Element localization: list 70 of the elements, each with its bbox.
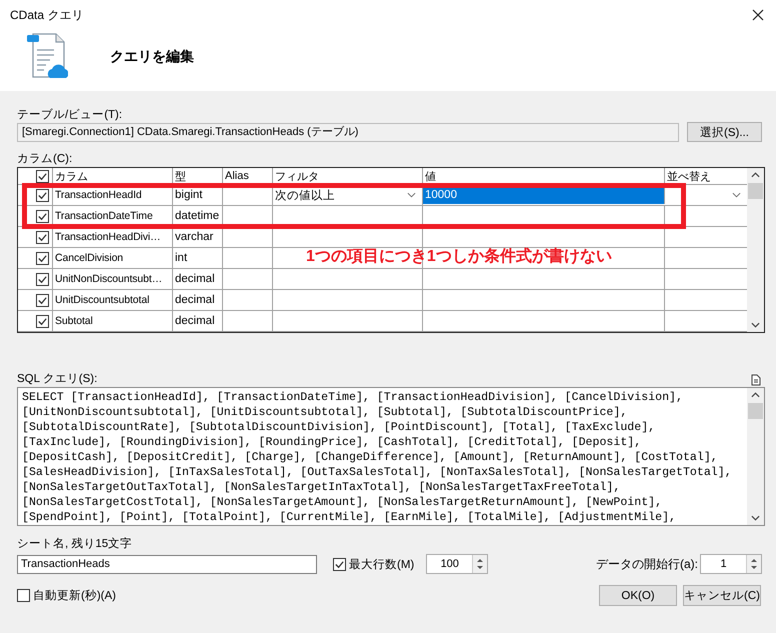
field-label: SQL クエリ(S): <box>17 372 98 386</box>
close-icon[interactable] <box>752 9 764 21</box>
table-view-field: [Smaregi.Connection1] CData.Smaregi.TransactionHeads (テーブル) <box>17 122 679 142</box>
checkbox[interactable] <box>36 170 49 182</box>
spin-arrows-icon[interactable] <box>746 555 761 573</box>
checkbox[interactable] <box>36 230 49 244</box>
start-row-spinner[interactable]: 1 <box>700 554 762 574</box>
checkmark-icon <box>37 316 48 326</box>
field-label: データの開始行(a): <box>596 556 698 572</box>
field-label: テーブル/ビュー(T): <box>17 108 124 122</box>
field-label: カラム(C): <box>17 152 74 166</box>
scroll-up-icon[interactable] <box>751 172 760 178</box>
chevron-down-icon[interactable] <box>407 192 416 198</box>
table-cell: UnitDiscountsubtotal <box>53 290 173 310</box>
scrollbar-thumb[interactable] <box>748 403 763 419</box>
checkmark-icon <box>37 252 48 264</box>
scroll-down-icon[interactable] <box>751 515 760 521</box>
checkmark-icon <box>37 274 48 284</box>
sheet-name-field[interactable]: TransactionHeads <box>17 554 317 574</box>
table-cell: CancelDivision <box>53 248 173 268</box>
table-cell: TransactionHeadId <box>53 185 173 205</box>
sql-query-field[interactable]: SELECT [TransactionHeadId], [TransactionDateTime], [TransactionHeadDivision], [CancelDivision], [UnitNonDiscountsubtotal], [UnitDiscountsubtotal], [Subtotal], [SubtotalDiscountPrice], [SubtotalDiscountRate], [SubtotalDiscountDivision], [PointDiscount], [Total], [TaxExclude], [TaxInclude], [RoundingDivision], [RoundingPrice], [CashTotal], [CreditTotal], [Deposit], [DepositCash], [DepositCredit], [Charge], [ChangeDifference], [Amount], [ReturnAmount], [CostTotal], [SalesHeadDivision], [InTaxSalesTotal], [OutTaxSalesTotal], [NonTaxSalesTotal], [NonSalesTargetTotal], [NonSalesTargetOutTaxTotal], [NonSalesTargetInTaxTotal], [NonSalesTargetTaxFreeTotal], [NonSalesTargetCostTotal], [NonSalesTargetAmount], [NonSalesTargetReturnAmount], [NewPoint], [SpendPoint], [Point], [TotalPoint], [CurrentMile], [EarnMile], [TotalMile], [AdjustmentMile], <box>17 387 765 526</box>
window-title: CData クエリ <box>10 6 84 24</box>
scroll-down-icon[interactable] <box>751 322 760 328</box>
checkmark-icon <box>37 210 48 222</box>
table-cell: decimal <box>173 290 223 310</box>
checkbox[interactable] <box>36 188 49 202</box>
checkbox-label: 最大行数(M) <box>349 558 414 572</box>
table-cell: bigint <box>173 185 223 205</box>
column-header[interactable]: Alias <box>223 168 273 184</box>
checkbox[interactable] <box>36 210 49 222</box>
checkmark-icon <box>37 170 48 182</box>
checkbox[interactable] <box>36 294 49 306</box>
cancel-button[interactable]: キャンセル(C) <box>683 585 761 606</box>
checkmark-icon <box>334 558 345 570</box>
chevron-down-icon[interactable] <box>732 192 741 198</box>
checkbox[interactable] <box>36 272 49 286</box>
scrollbar-thumb[interactable] <box>748 183 763 199</box>
scroll-up-icon[interactable] <box>751 392 760 398</box>
annotation-text: 1つの項目につき1つしか条件式が書けない <box>306 246 612 267</box>
checkbox[interactable] <box>17 589 30 602</box>
table-cell: datetime <box>173 206 223 226</box>
max-rows-spinner[interactable]: 100 <box>426 554 488 574</box>
checkmark-icon <box>37 232 48 242</box>
document-icon[interactable] <box>751 374 761 386</box>
table-cell: UnitNonDiscountsubt… <box>53 269 173 289</box>
column-header[interactable]: 値 <box>423 168 665 184</box>
scrollbar[interactable] <box>747 388 764 525</box>
table-cell: decimal <box>173 311 223 331</box>
field-label: シート名, 残り15文字 <box>17 537 134 551</box>
table-cell: TransactionDateTime <box>53 206 173 226</box>
table-cell: Subtotal <box>53 311 173 331</box>
column-header[interactable]: 並べ替え <box>665 168 747 184</box>
table-cell: decimal <box>173 269 223 289</box>
table-cell: varchar <box>173 227 223 247</box>
checkbox[interactable] <box>36 252 49 264</box>
checkbox[interactable] <box>333 558 346 570</box>
checkbox-label: 自動更新(秒)(A) <box>33 588 116 603</box>
column-header[interactable]: カラム <box>53 168 173 184</box>
select-button[interactable]: 選択(S)... <box>687 122 762 142</box>
table-cell: int <box>173 248 223 268</box>
spin-arrows-icon[interactable] <box>472 555 488 573</box>
table-cell: TransactionHeadDivi… <box>53 227 173 247</box>
checkmark-icon <box>37 294 48 306</box>
ok-button[interactable]: OK(O) <box>599 585 677 606</box>
checkbox[interactable] <box>36 314 49 328</box>
dialog-heading: クエリを編集 <box>110 48 194 66</box>
column-header[interactable]: 型 <box>173 168 223 184</box>
checkmark-icon <box>37 190 48 200</box>
column-header[interactable]: フィルタ <box>273 168 423 184</box>
